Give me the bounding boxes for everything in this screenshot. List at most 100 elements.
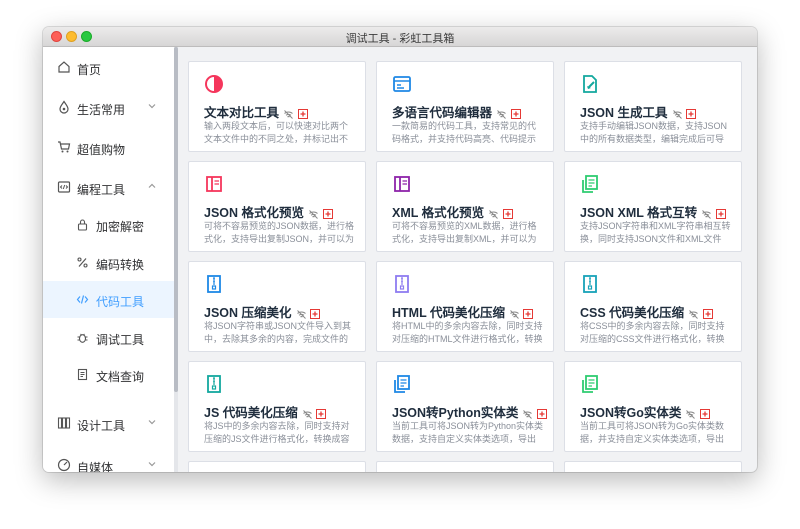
chevron-up-icon [148,183,156,188]
tool-title-text: JSON XML 格式互转 [580,206,698,220]
tool-title: HTML 代码美化压缩 [392,302,534,321]
sidebar-item-programming[interactable]: 编程工具 [43,169,174,206]
offline-plus-icon [502,209,513,220]
tool-title: JS 代码美化压缩 [204,402,327,421]
offline-plus-icon [699,409,710,420]
document-icon [77,368,88,381]
tool-card[interactable]: JSON转Python实体类 当前工具可将JSON转为Python实体类数据，支… [376,361,554,452]
tool-card[interactable]: 文本对比工具 输入两段文本后，可以快速对比两个文本文件中的不同之处，并标记出不同… [188,61,366,152]
tool-description: 可将不容易预览的XML数据，进行格式化，支持导出复制XML，并可以为您展... [392,221,537,244]
tool-title: JSON 格式化预览 [204,202,333,221]
sidebar-subitem-debug[interactable]: 调试工具 [43,319,174,356]
lock-icon [77,219,88,231]
no-wifi-icon [689,310,699,319]
tool-title-text: JSON转Go实体类 [580,406,682,420]
sidebar-subitem-label: 调试工具 [96,333,145,347]
tool-card[interactable]: JSON 生成工具 支持手动编辑JSON数据，支持JSON中的所有数据类型，编辑… [564,61,742,152]
tool-title-text: JS 代码美化压缩 [204,406,298,420]
tool-card[interactable]: JSON 格式化预览 可将不容易预览的JSON数据，进行格式化，支持导出复制JS… [188,161,366,252]
tool-card[interactable]: JSON 压缩美化 将JSON字符串或JSON文件导入到其中，去除其多余的内容，… [188,261,366,352]
sidebar-item-design[interactable]: 设计工具 [43,405,174,442]
sidebar-scrollbar-thumb[interactable] [174,47,178,392]
tool-description: 一款简易的代码工具，支持常见的代码格式，并支持代码高亮、代码提示功能，... [392,121,537,144]
sidebar-item-life[interactable]: 生活常用 [43,89,174,126]
tool-card[interactable]: HTML 代码美化压缩 将HTML中的多余内容去除，同时支持对压缩的HTML文件… [376,261,554,352]
sidebar-subitem-encrypt[interactable]: 加密解密 [43,206,174,243]
sidebar-subitem-label: 编码转换 [96,258,145,272]
tool-title: XML 格式化预览 [392,202,513,221]
tool-title-text: JSON 格式化预览 [204,206,305,220]
no-wifi-icon [510,310,519,319]
sidebar-item-label: 设计工具 [77,419,126,433]
code-icon [76,295,89,304]
tool-description: 将JS中的多余内容去除，同时支持对压缩的JS文件进行格式化，转换成容易阅读... [204,421,350,444]
tool-card[interactable] [376,461,554,472]
tool-card[interactable]: XML 格式化预览 可将不容易预览的XML数据，进行格式化，支持导出复制XML，… [376,161,554,252]
no-wifi-icon [702,210,712,219]
no-wifi-icon [302,410,312,419]
no-wifi-icon [672,110,682,119]
offline-plus-icon [702,309,713,320]
book-icon [394,176,410,192]
tool-description: 支持JSON字符串和XML字符串相互转换，同时支持JSON文件和XML文件的..… [580,221,731,244]
sidebar-item-label: 编程工具 [77,183,126,197]
no-wifi-icon [497,110,506,119]
tool-badges [283,107,308,121]
book-icon [206,176,222,192]
copy-file-icon [394,375,410,393]
tool-badges [302,407,327,421]
sidebar-subitem-label: 代码工具 [96,295,145,309]
no-wifi-icon [296,310,306,319]
sidebar-item-label: 首页 [77,63,102,77]
tool-badges [685,407,710,421]
tool-title-text: XML 格式化预览 [392,206,485,220]
tool-badges [522,407,547,421]
tool-card[interactable]: JSON转Go实体类 当前工具可将JSON转为Go实体类数据，并支持自定义实体类… [564,361,742,452]
copy-file-icon [582,375,598,393]
tool-title-text: 文本对比工具 [204,106,280,120]
tool-card[interactable]: CSS 代码美化压缩 将CSS中的多余内容去除，同时支持对压缩的CSS文件进行格… [564,261,742,352]
tool-badges [296,307,320,321]
tool-title: 文本对比工具 [204,102,308,121]
offline-plus-icon [322,209,333,220]
zip-icon [395,275,409,293]
tool-description: 可将不容易预览的JSON数据，进行格式化，支持导出复制JSON，并可以为您... [204,221,355,244]
sidebar-scrollbar[interactable] [174,47,178,472]
sidebar-item-media[interactable]: 自媒体 [43,447,174,472]
sidebar-subitem-docs[interactable]: 文档查询 [43,356,174,393]
window-title: 调试工具 - 彩虹工具箱 [345,33,455,45]
tool-description: 支持手动编辑JSON数据，支持JSON中的所有数据类型，编辑完成后可导出JSO.… [580,121,728,144]
app-window: 调试工具 - 彩虹工具箱 首页 生活常用 超值购物 编程工具 加密解密 编码转换… [43,27,757,472]
tool-card[interactable]: JS 代码美化压缩 将JS中的多余内容去除，同时支持对压缩的JS文件进行格式化，… [188,361,366,452]
no-wifi-icon [284,110,293,119]
tool-grid: 文本对比工具 输入两段文本后，可以快速对比两个文本文件中的不同之处，并标记出不同… [180,47,757,472]
sidebar-subitem-encoding[interactable]: 编码转换 [43,244,174,281]
no-wifi-icon [686,410,696,419]
tool-card[interactable] [564,461,742,472]
tool-card[interactable]: JSON XML 格式互转 支持JSON字符串和XML字符串相互转换，同时支持J… [564,161,742,252]
tool-card[interactable]: 多语言代码编辑器 一款简易的代码工具，支持常见的代码格式，并支持代码高亮、代码提… [376,61,554,152]
tool-badges [496,107,521,121]
media-icon [57,458,71,472]
sidebar-item-home[interactable]: 首页 [43,49,174,86]
contrast-icon [205,75,223,93]
home-icon [58,61,70,73]
code-window-icon [393,76,411,92]
zip-icon [207,275,221,293]
tool-title: JSON转Go实体类 [580,402,710,421]
tool-badges [509,307,534,321]
sidebar-item-shopping[interactable]: 超值购物 [43,129,174,166]
offline-plus-icon [523,309,534,320]
offline-plus-icon [310,309,320,320]
offline-plus-icon [510,109,521,120]
tool-description: 当前工具可将JSON转为Python实体类数据，支持自定义实体类选项，导出包..… [392,421,544,444]
tool-badges [308,207,333,221]
tool-card[interactable] [188,461,366,472]
design-icon [57,417,71,429]
sidebar-subitem-code-tools[interactable]: 代码工具 [43,281,174,318]
offline-plus-icon [316,409,327,420]
sidebar-subitem-label: 文档查询 [96,370,145,384]
code-file-icon [57,181,71,193]
chevron-down-icon [148,420,156,425]
tool-description: 输入两段文本后，可以快速对比两个文本文件中的不同之处，并标记出不同的地... [204,121,349,144]
